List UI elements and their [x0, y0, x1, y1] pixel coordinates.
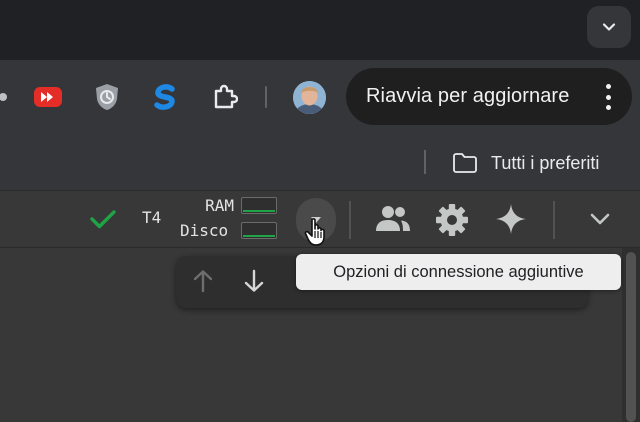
ram-label: RAM	[205, 196, 234, 215]
colab-header: T4 RAM Disco	[0, 191, 640, 248]
update-button-label: Riavvia per aggiornare	[366, 85, 570, 107]
runtime-type-label[interactable]: T4	[142, 208, 161, 227]
gear-icon[interactable]	[434, 203, 470, 237]
folder-icon	[453, 153, 477, 173]
disk-usage-meter[interactable]	[241, 222, 277, 239]
extension-partial-icon[interactable]	[0, 80, 20, 114]
more-vert-icon[interactable]	[604, 84, 612, 110]
hand-pointer-cursor-icon	[304, 218, 325, 246]
s-extension-icon[interactable]	[148, 80, 182, 114]
gemini-sparkle-icon[interactable]	[494, 202, 528, 236]
all-bookmarks-label: Tutti i preferiti	[491, 152, 600, 173]
all-bookmarks-button[interactable]: Tutti i preferiti	[452, 150, 599, 176]
connection-options-tooltip: Opzioni di connessione aggiuntive	[296, 254, 621, 290]
browser-toolbar: Riavvia per aggiornare	[0, 60, 640, 134]
arrow-up-icon[interactable]	[190, 268, 216, 294]
tooltip-text: Opzioni di connessione aggiuntive	[333, 262, 584, 281]
toolbar-divider	[265, 86, 267, 108]
restart-to-update-button[interactable]: Riavvia per aggiornare	[346, 68, 632, 125]
bookmarks-divider	[424, 150, 426, 174]
tab-search-button[interactable]	[587, 6, 631, 48]
chevron-down-icon[interactable]	[588, 207, 612, 231]
bookmarks-bar: Tutti i preferiti	[0, 134, 640, 191]
arrow-down-icon[interactable]	[241, 268, 267, 294]
profile-avatar[interactable]	[293, 81, 326, 114]
connected-check-icon	[90, 210, 116, 229]
ram-usage-meter[interactable]	[241, 197, 277, 214]
people-share-icon[interactable]	[374, 203, 412, 235]
header-divider	[349, 201, 351, 239]
header-divider	[553, 201, 555, 239]
youtube-extension-icon[interactable]	[31, 80, 65, 114]
shield-extension-icon[interactable]	[90, 80, 124, 114]
disk-label: Disco	[180, 221, 229, 240]
scrollbar-thumb[interactable]	[626, 252, 636, 422]
browser-tab-strip	[0, 0, 640, 60]
extensions-puzzle-icon[interactable]	[207, 80, 241, 114]
chevron-down-icon	[602, 23, 616, 31]
